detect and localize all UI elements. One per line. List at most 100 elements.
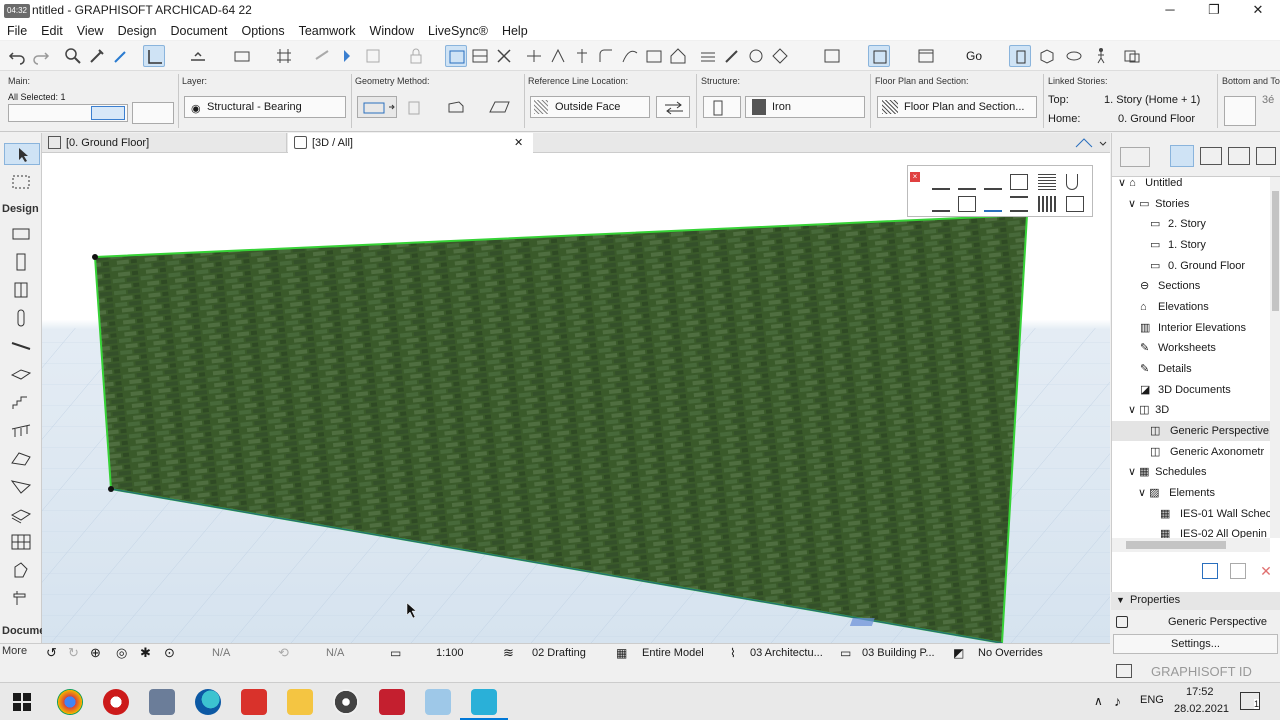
layer-combo-value[interactable]: 02 Drafting xyxy=(532,644,586,662)
navigator-clone-icon[interactable] xyxy=(1230,563,1246,579)
zoom-value[interactable]: N/A xyxy=(212,644,230,662)
undo-zoom-icon[interactable]: ↺ xyxy=(46,644,62,662)
organizer-icon[interactable] xyxy=(1256,147,1276,165)
palette-tool-7[interactable] xyxy=(932,196,950,212)
restore-button[interactable]: ❐ xyxy=(1192,0,1236,22)
palette-tool-5[interactable] xyxy=(1038,174,1056,190)
tree-item-worksheets[interactable]: ✎ Worksheets xyxy=(1112,338,1270,358)
geometry-polygon-button[interactable] xyxy=(444,96,468,118)
tab-3d-all[interactable]: [3D / All] ✕ xyxy=(288,133,533,153)
bottom-value[interactable]: 3é xyxy=(1262,94,1274,106)
eyedropper-icon[interactable] xyxy=(86,45,108,67)
menu-file[interactable]: File xyxy=(0,22,34,40)
tree-item-story-2[interactable]: ▭ 2. Story xyxy=(1112,214,1270,234)
grid-snap-icon[interactable] xyxy=(273,45,295,67)
filter-icon[interactable] xyxy=(1121,45,1143,67)
tree-item-schedules[interactable]: ∨ ▦ Schedules xyxy=(1112,462,1270,482)
curtain-wall-tool[interactable] xyxy=(9,531,33,553)
tree-item-elements[interactable]: ∨ ▨ Elements xyxy=(1112,483,1270,503)
scrollbar-thumb[interactable] xyxy=(1126,541,1226,549)
trace-icon[interactable] xyxy=(469,45,491,67)
palette-close-button[interactable]: × xyxy=(910,172,920,182)
dimension-value[interactable]: 03 Building P... xyxy=(862,644,935,662)
override-value[interactable]: No Overrides xyxy=(978,644,1043,662)
tree-item-ies-02[interactable]: ▦ IES-02 All Openin xyxy=(1112,524,1270,538)
file-explorer-icon[interactable] xyxy=(287,689,313,715)
suspend-groups-icon[interactable] xyxy=(336,45,358,67)
language-indicator[interactable]: ENG xyxy=(1140,694,1164,706)
menu-edit[interactable]: Edit xyxy=(34,22,70,40)
properties-header[interactable]: ▼ Properties xyxy=(1111,592,1280,610)
menu-view[interactable]: View xyxy=(70,22,111,40)
hotspot[interactable] xyxy=(92,254,98,260)
view-settings-icon[interactable] xyxy=(821,45,843,67)
pen-set-value[interactable]: 03 Architectu... xyxy=(750,644,823,662)
stair-tool[interactable] xyxy=(9,391,33,413)
redo-zoom-icon[interactable]: ↻ xyxy=(68,644,84,662)
palette-tool-1[interactable] xyxy=(932,174,950,190)
3d-view-icon[interactable] xyxy=(1009,45,1031,67)
arrow-tool-icon[interactable] xyxy=(143,45,165,67)
guide-lines-icon[interactable] xyxy=(231,45,253,67)
tray-chevron-icon[interactable]: ∧ xyxy=(1094,694,1103,708)
pen-set-icon[interactable] xyxy=(721,45,743,67)
menu-help[interactable]: Help xyxy=(495,22,535,40)
fillet-icon[interactable] xyxy=(595,45,617,67)
wall-tool[interactable] xyxy=(9,223,33,245)
element-selector[interactable] xyxy=(8,104,128,122)
tree-item-elevations[interactable]: ⌂ Elevations xyxy=(1112,297,1270,317)
explore-icon[interactable] xyxy=(1063,45,1085,67)
intersect-icon[interactable] xyxy=(571,45,593,67)
tab-ground-floor[interactable]: [0. Ground Floor] xyxy=(42,133,287,153)
navigator-new-view-icon[interactable] xyxy=(1202,563,1218,579)
pdf-icon[interactable] xyxy=(241,689,267,715)
close-tab-button[interactable]: ✕ xyxy=(514,133,523,153)
magic-wand-icon[interactable] xyxy=(312,45,334,67)
palette-tool-9[interactable] xyxy=(984,196,1002,212)
railing-tool[interactable] xyxy=(9,419,33,441)
tree-item-ground-floor[interactable]: ▭ 0. Ground Floor xyxy=(1112,256,1270,276)
tree-item-stories[interactable]: ∨ ▭ Stories xyxy=(1112,194,1270,214)
project-map-icon[interactable] xyxy=(1120,147,1150,167)
lock-icon[interactable] xyxy=(405,45,427,67)
clock-date[interactable]: 28.02.2021 xyxy=(1174,703,1229,715)
edge-icon[interactable] xyxy=(195,689,221,715)
navigator-delete-icon[interactable]: ✕ xyxy=(1258,563,1274,579)
view-options-icon[interactable] xyxy=(1072,135,1108,151)
palette-tool-3[interactable] xyxy=(984,174,1002,190)
tree-item-ies-01[interactable]: ▦ IES-01 Wall Schec xyxy=(1112,504,1270,524)
layout-icon[interactable] xyxy=(915,45,937,67)
adjust-icon[interactable] xyxy=(547,45,569,67)
more-label[interactable]: More xyxy=(2,645,27,657)
chrome-icon[interactable] xyxy=(57,689,83,715)
tree-item-generic-perspective[interactable]: ◫ Generic Perspective xyxy=(1112,421,1270,441)
menu-teamwork[interactable]: Teamwork xyxy=(292,22,363,40)
resize-icon[interactable] xyxy=(643,45,665,67)
model-view-value[interactable]: Entire Model xyxy=(642,644,704,662)
structure-type-button[interactable] xyxy=(703,96,741,118)
marquee-tool[interactable] xyxy=(9,171,33,193)
hotspot[interactable] xyxy=(108,486,114,492)
opera-icon[interactable] xyxy=(103,689,129,715)
home-story-value[interactable]: 0. Ground Floor xyxy=(1118,113,1195,125)
geometry-straight-button[interactable] xyxy=(357,96,397,118)
menu-window[interactable]: Window xyxy=(363,22,421,40)
walk-icon[interactable] xyxy=(1090,45,1112,67)
rotate-icon[interactable]: ⟲ xyxy=(278,644,289,662)
window-tool[interactable] xyxy=(9,307,33,329)
3d-viewport[interactable]: × xyxy=(42,153,1110,643)
beam-tool[interactable] xyxy=(9,335,33,357)
scrollbar-thumb[interactable] xyxy=(1272,191,1279,311)
palette-tool-6[interactable] xyxy=(1066,174,1078,190)
geometry-trapezoid-button[interactable] xyxy=(403,96,427,118)
graphic-override-icon[interactable] xyxy=(745,45,767,67)
angle-value[interactable]: N/A xyxy=(326,644,344,662)
archicad-icon[interactable] xyxy=(471,689,497,715)
redo-icon[interactable] xyxy=(30,45,52,67)
split-icon[interactable] xyxy=(523,45,545,67)
3d-window-icon[interactable] xyxy=(868,45,890,67)
palette-tool-4[interactable] xyxy=(1010,174,1028,190)
walk-mode-icon[interactable]: ✱ xyxy=(140,644,156,662)
menu-livesync[interactable]: LiveSync® xyxy=(421,22,495,40)
top-story-value[interactable]: 1. Story (Home + 1) xyxy=(1104,94,1200,106)
